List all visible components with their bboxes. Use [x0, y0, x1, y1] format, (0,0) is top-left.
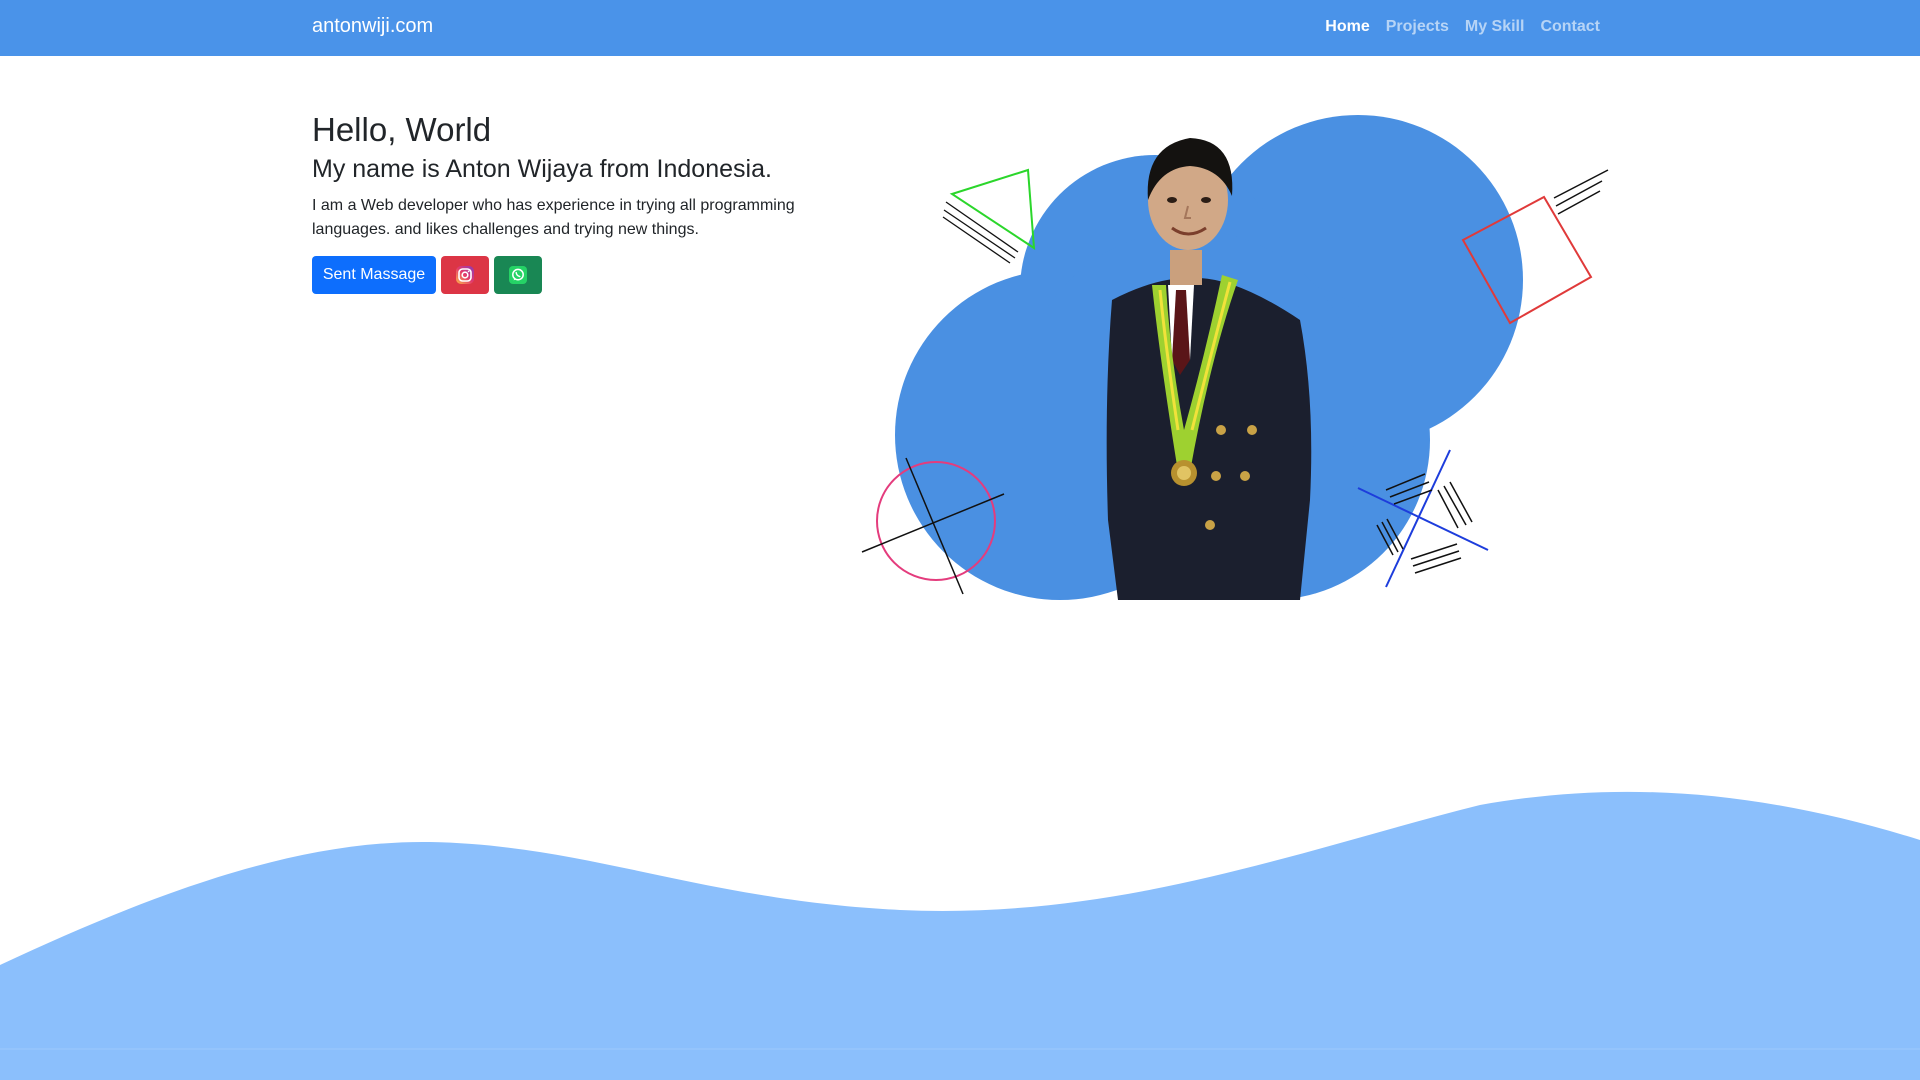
hero-title: Hello, World: [312, 111, 492, 148]
instagram-icon: [456, 265, 474, 284]
whatsapp-button[interactable]: [494, 255, 542, 294]
hero-buttons: Sent Massage: [312, 255, 852, 294]
hero-section: Hello, World My name is Anton Wijaya fro…: [312, 110, 852, 294]
wave-background: [0, 791, 1920, 1080]
brand-link[interactable]: antonwiji.com: [312, 15, 433, 38]
nav-link-projects[interactable]: Projects: [1386, 18, 1449, 36]
nav-link-my-skill[interactable]: My Skill: [1465, 18, 1525, 36]
nav-link-home[interactable]: Home: [1325, 18, 1369, 36]
hero-illustration: [861, 115, 1609, 600]
hero-subtitle: My name is Anton Wijaya from Indonesia.: [312, 154, 772, 183]
nav-link-contact[interactable]: Contact: [1540, 18, 1600, 36]
hero-description: I am a Web developer who has experience …: [312, 196, 795, 238]
whatsapp-icon: [509, 265, 527, 284]
triangle-decoration: [942, 168, 1036, 264]
instagram-button[interactable]: [441, 255, 489, 294]
nav-links: Home Projects My Skill Contact: [1325, 18, 1600, 36]
sent-message-button[interactable]: Sent Massage: [312, 255, 436, 294]
navbar: antonwiji.com Home Projects My Skill Con…: [0, 0, 1920, 56]
